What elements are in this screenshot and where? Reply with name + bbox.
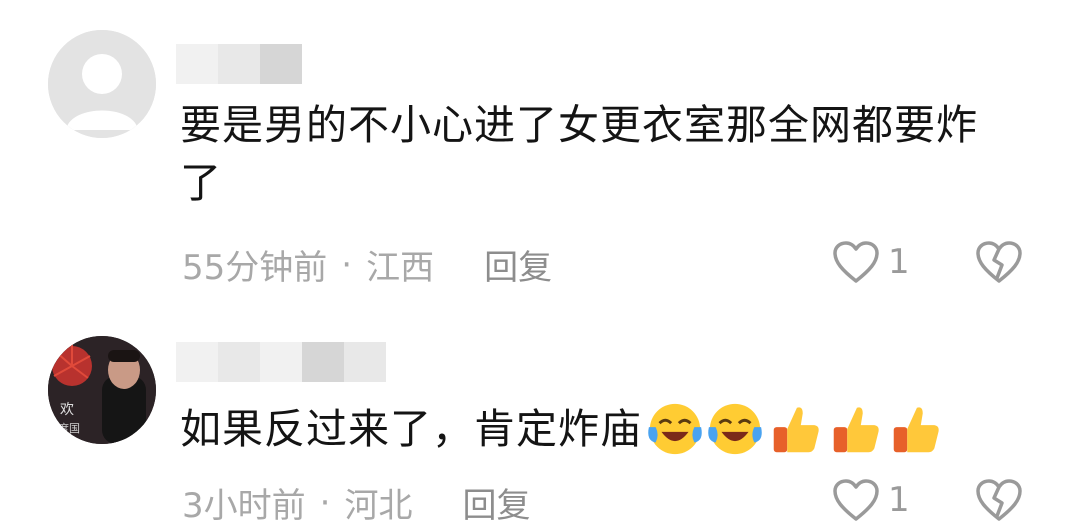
username-blurred[interactable] bbox=[218, 44, 260, 84]
user-photo-avatar: 欢 度国 bbox=[48, 336, 156, 444]
comment-location: 江西 bbox=[366, 248, 435, 288]
laughing-crying-icon bbox=[708, 403, 762, 455]
like-count: 1 bbox=[888, 242, 910, 282]
username-blurred[interactable] bbox=[344, 342, 386, 382]
meta-separator: · bbox=[341, 244, 353, 285]
dislike-button[interactable] bbox=[975, 478, 1023, 526]
svg-text:欢: 欢 bbox=[60, 402, 74, 418]
comment-text-row: 如果反过来了，肯定炸庙 bbox=[180, 400, 1000, 458]
comment-time: 55分钟前 bbox=[182, 248, 328, 288]
reply-button[interactable]: 回复 bbox=[484, 240, 552, 289]
broken-heart-icon bbox=[976, 479, 1022, 521]
dislike-button[interactable] bbox=[975, 240, 1023, 288]
comment-item: 要是男的不小心进了女更衣室那全网都要炸了 55分钟前 · 江西 回复 1 bbox=[0, 0, 1080, 320]
default-avatar-icon bbox=[48, 30, 156, 138]
like-button[interactable]: 1 bbox=[832, 478, 910, 522]
meta-separator: · bbox=[319, 482, 331, 523]
username-blurred[interactable] bbox=[260, 44, 302, 84]
comment-meta: 55分钟前 · 江西 回复 bbox=[182, 240, 552, 289]
like-count: 1 bbox=[888, 480, 910, 520]
laughing-crying-icon bbox=[648, 403, 702, 455]
comment-text: 要是男的不小心进了女更衣室那全网都要炸了 bbox=[180, 101, 978, 207]
comment-meta: 3小时前 · 河北 回复 bbox=[182, 478, 530, 527]
heart-icon bbox=[833, 241, 879, 283]
reply-button[interactable]: 回复 bbox=[462, 478, 530, 527]
comment-location: 河北 bbox=[344, 486, 413, 526]
comment-time: 3小时前 bbox=[182, 486, 306, 526]
username-blurred[interactable] bbox=[218, 342, 260, 382]
username-blurred[interactable] bbox=[176, 44, 218, 84]
like-button[interactable]: 1 bbox=[832, 240, 910, 284]
thumbs-up-icon bbox=[773, 407, 819, 453]
heart-icon bbox=[833, 479, 879, 521]
avatar[interactable]: 欢 度国 bbox=[48, 336, 156, 444]
username-blurred[interactable] bbox=[302, 342, 344, 382]
avatar[interactable] bbox=[48, 30, 156, 138]
comment-item: 欢 度国 如果反过来了，肯定炸庙 3小时前 · 河北 回复 1 bbox=[0, 320, 1080, 526]
broken-heart-icon bbox=[976, 241, 1022, 283]
svg-text:度国: 度国 bbox=[58, 421, 80, 435]
emoji-row bbox=[646, 400, 946, 458]
comment-text: 如果反过来了，肯定炸庙 bbox=[180, 405, 642, 453]
thumbs-up-icon bbox=[833, 407, 879, 453]
username-blurred[interactable] bbox=[260, 342, 302, 382]
thumbs-up-icon bbox=[893, 407, 939, 453]
username-blurred[interactable] bbox=[176, 342, 218, 382]
